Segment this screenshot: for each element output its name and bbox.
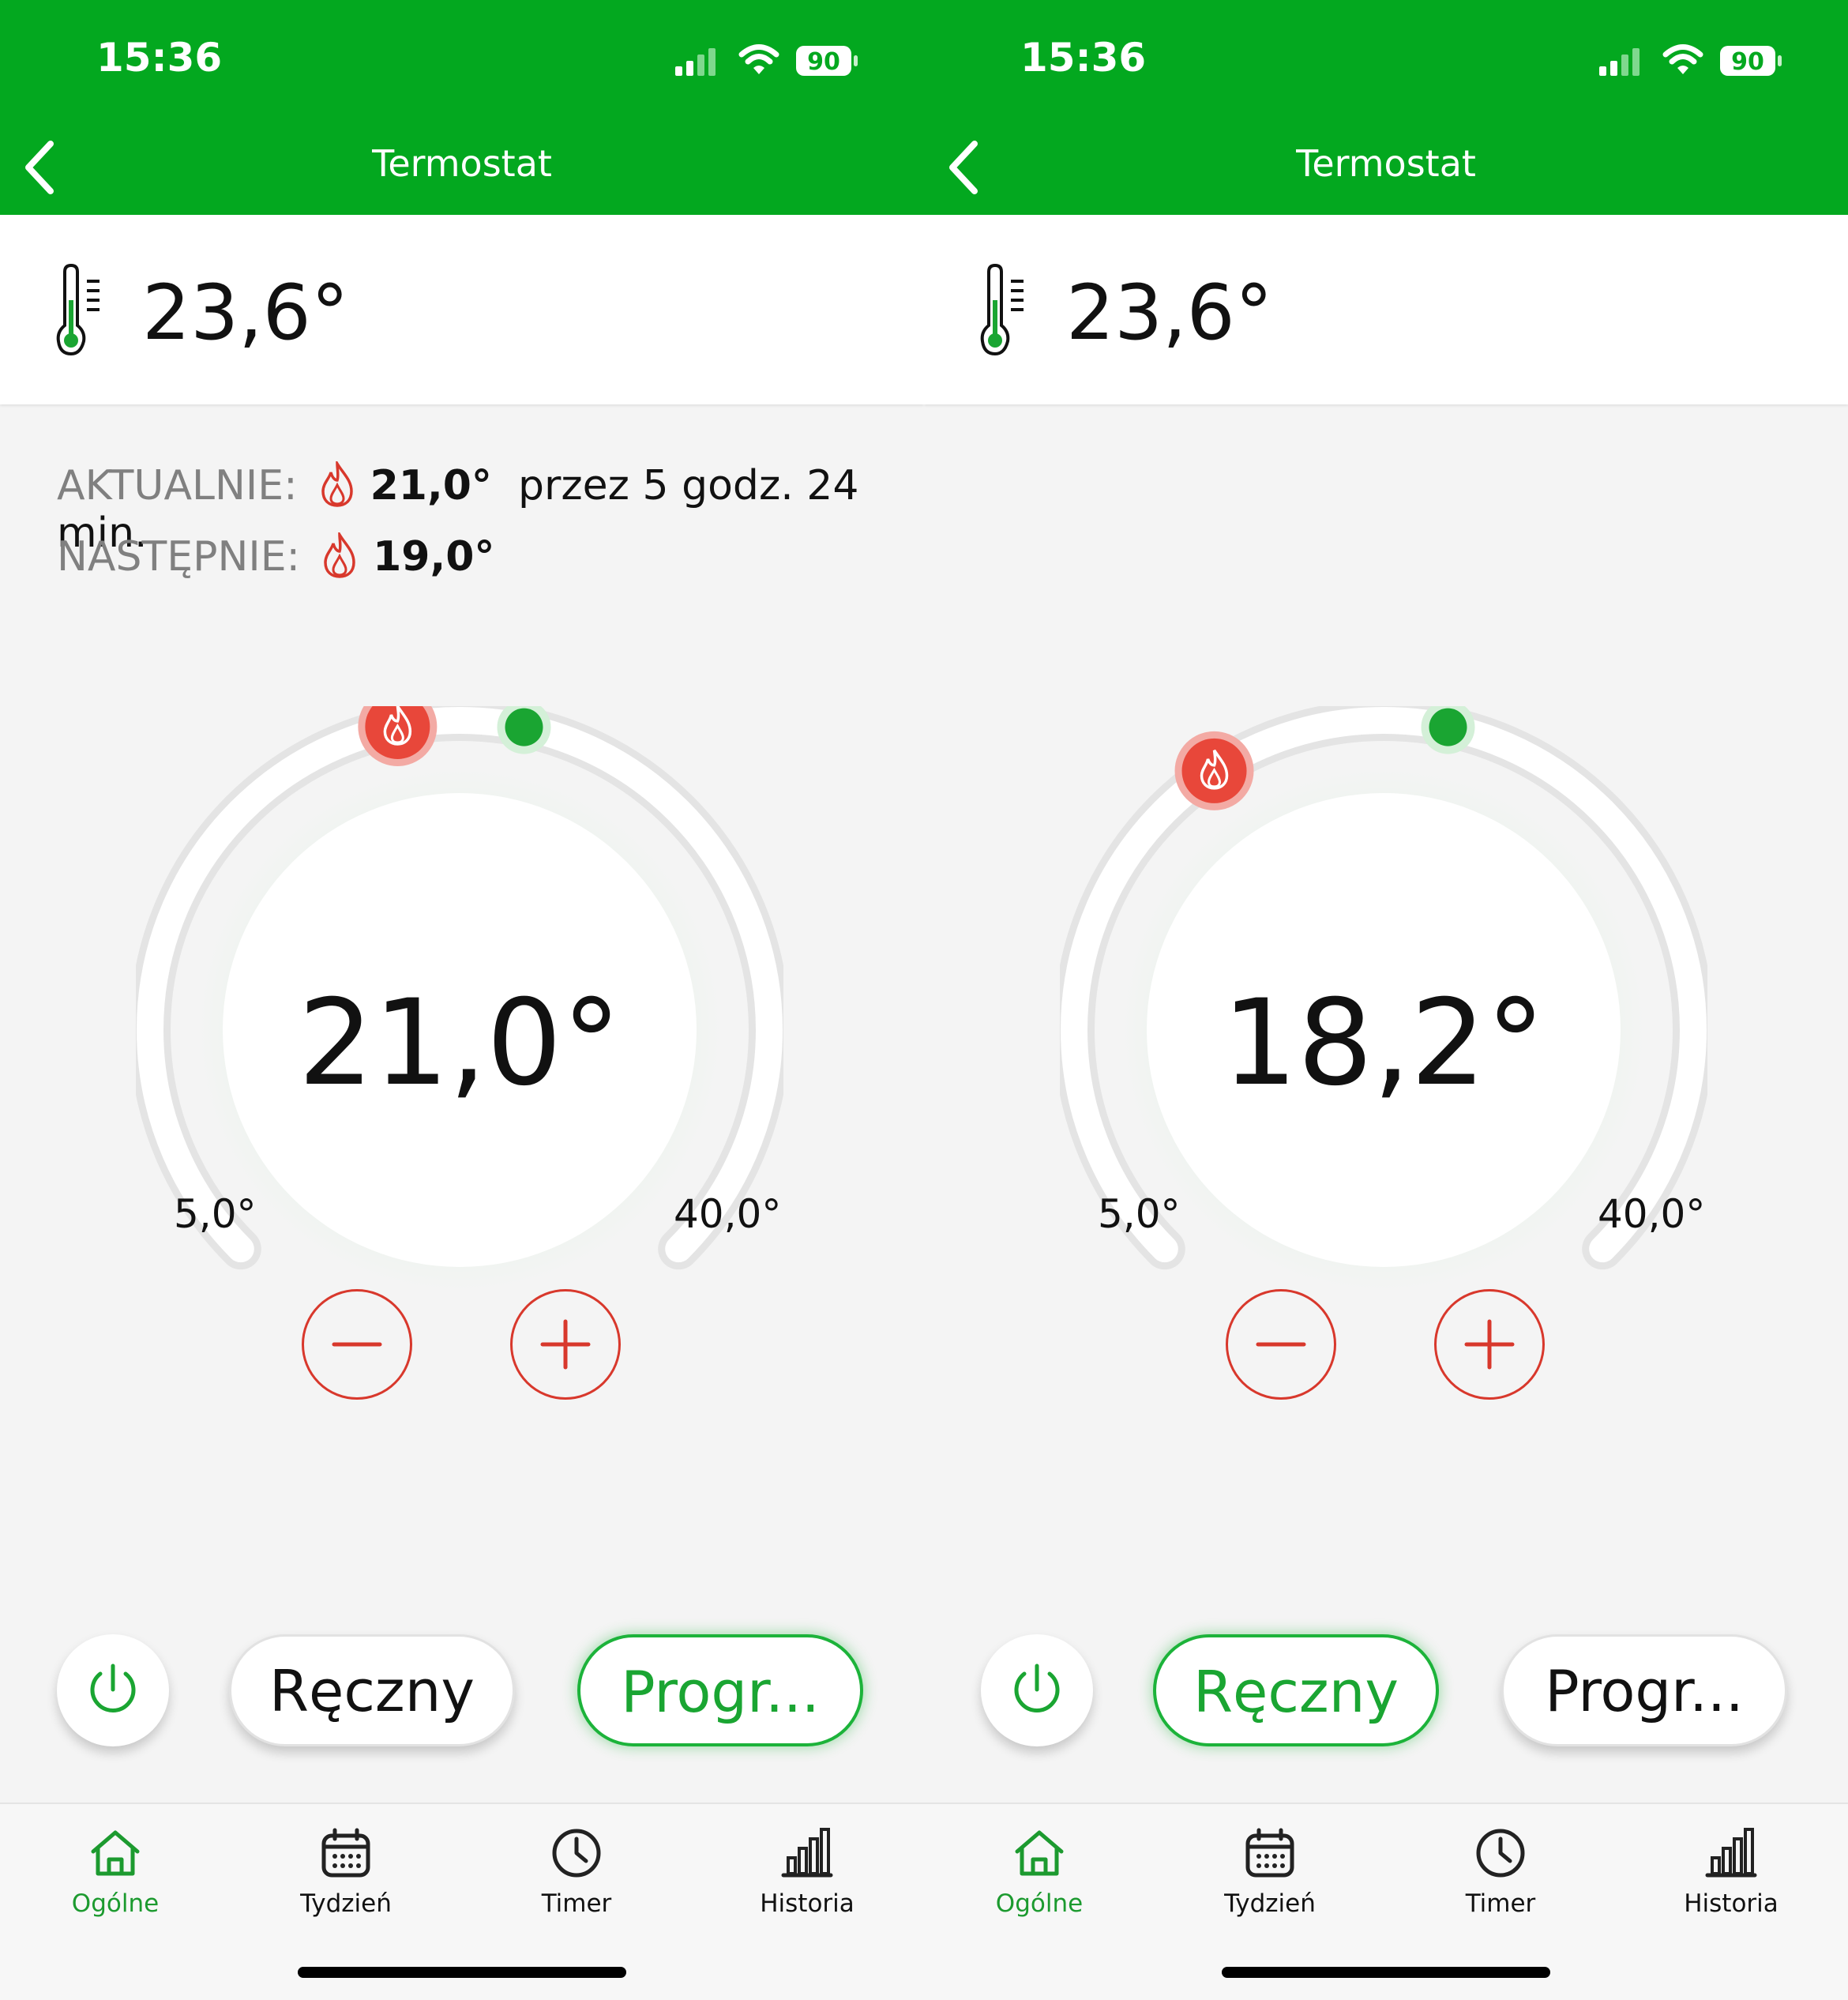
- current-setpoint: 21,0°: [370, 462, 492, 509]
- status-bar: 15:36 90: [924, 0, 1848, 118]
- home-indicator: [298, 1967, 626, 1978]
- decrease-button[interactable]: [302, 1289, 412, 1400]
- plus-icon: [1464, 1319, 1515, 1370]
- tab-general[interactable]: Ogólne: [924, 1804, 1155, 1930]
- schedule-next-row: NASTĘPNIE: 19,0°: [57, 532, 494, 581]
- battery-level: 90: [807, 48, 840, 76]
- tab-label: Ogólne: [71, 1889, 160, 1918]
- tab-week[interactable]: Tydzień: [1155, 1804, 1385, 1930]
- setpoint-handle[interactable]: [1174, 731, 1254, 810]
- battery-icon: 90: [1720, 46, 1782, 77]
- next-label: NASTĘPNIE:: [57, 533, 301, 581]
- clock-icon: [1476, 1829, 1525, 1878]
- tab-timer[interactable]: Timer: [1385, 1804, 1616, 1930]
- status-time: 15:36: [96, 35, 223, 81]
- clock-icon: [552, 1829, 601, 1878]
- tab-week[interactable]: Tydzień: [231, 1804, 461, 1930]
- nav-bar: Termostat: [0, 118, 924, 215]
- tab-label: Historia: [760, 1889, 855, 1918]
- current-temperature-value: 23,6°: [1066, 269, 1273, 357]
- thermometer-icon: [980, 264, 1024, 356]
- power-icon: [1014, 1664, 1060, 1712]
- increase-button[interactable]: [510, 1289, 621, 1400]
- page-title: Termostat: [372, 142, 552, 185]
- power-button[interactable]: [981, 1634, 1093, 1746]
- home-icon: [1015, 1830, 1064, 1876]
- home-indicator: [1222, 1967, 1550, 1978]
- setpoint-handle[interactable]: [358, 706, 438, 766]
- calendar-icon: [321, 1828, 370, 1878]
- setpoint-value: 21,0°: [298, 975, 622, 1112]
- cellular-signal-icon: [1599, 48, 1640, 76]
- tab-general[interactable]: Ogólne: [0, 1804, 231, 1930]
- setpoint-value: 18,2°: [1222, 975, 1546, 1112]
- status-time: 15:36: [1020, 35, 1147, 81]
- battery-level: 90: [1731, 48, 1764, 76]
- program-mode-button[interactable]: Progr...: [577, 1634, 863, 1746]
- tab-label: Historia: [1684, 1889, 1779, 1918]
- dial-min-label: 5,0°: [1098, 1191, 1181, 1237]
- tab-label: Timer: [541, 1889, 612, 1918]
- tab-timer[interactable]: Timer: [461, 1804, 692, 1930]
- nav-bar: Termostat: [924, 118, 1848, 215]
- tab-label: Timer: [1465, 1889, 1536, 1918]
- temperature-dial[interactable]: 21,0°: [136, 706, 783, 1354]
- decrease-button[interactable]: [1226, 1289, 1336, 1400]
- dial-max-label: 40,0°: [674, 1191, 782, 1237]
- tab-history[interactable]: Historia: [1616, 1804, 1846, 1930]
- tab-label: Tydzień: [1224, 1889, 1316, 1918]
- calendar-icon: [1245, 1828, 1294, 1878]
- manual-mode-button[interactable]: Ręczny: [1153, 1634, 1439, 1746]
- power-button[interactable]: [57, 1634, 169, 1746]
- battery-icon: 90: [796, 46, 858, 77]
- current-label: AKTUALNIE:: [57, 462, 298, 509]
- dial-min-label: 5,0°: [174, 1191, 257, 1237]
- tab-label: Ogólne: [995, 1889, 1084, 1918]
- home-icon: [91, 1830, 140, 1876]
- wifi-icon: [1662, 44, 1703, 74]
- current-temperature-panel: 23,6°: [0, 215, 924, 404]
- phone-screen-left: 15:36 90 Termostat 23,6° AKTUALNIE: 21,0…: [0, 0, 924, 2000]
- minus-icon: [1256, 1342, 1306, 1347]
- program-mode-button[interactable]: Progr...: [1501, 1634, 1787, 1746]
- dial-max-label: 40,0°: [1598, 1191, 1706, 1237]
- wifi-icon: [738, 44, 779, 74]
- temperature-dial[interactable]: 18,2°: [1060, 706, 1707, 1354]
- power-icon: [90, 1664, 136, 1712]
- status-bar: 15:36 90: [0, 0, 924, 118]
- tab-history[interactable]: Historia: [692, 1804, 922, 1930]
- manual-mode-button[interactable]: Ręczny: [229, 1634, 515, 1746]
- page-title: Termostat: [1296, 142, 1476, 185]
- cellular-signal-icon: [675, 48, 716, 76]
- bar-chart-icon: [781, 1828, 833, 1878]
- bar-chart-icon: [1705, 1828, 1757, 1878]
- current-temperature-panel: 23,6°: [924, 215, 1848, 404]
- flame-icon: [324, 532, 355, 578]
- phone-screen-right: 15:36 90 Termostat 23,6° 18,2° 5,0° 40,0…: [924, 0, 1848, 2000]
- flame-icon: [321, 461, 353, 507]
- increase-button[interactable]: [1434, 1289, 1545, 1400]
- minus-icon: [332, 1342, 382, 1347]
- current-temperature-value: 23,6°: [142, 269, 349, 357]
- tab-label: Tydzień: [300, 1889, 392, 1918]
- plus-icon: [540, 1319, 591, 1370]
- next-setpoint: 19,0°: [373, 533, 495, 581]
- thermometer-icon: [56, 264, 100, 356]
